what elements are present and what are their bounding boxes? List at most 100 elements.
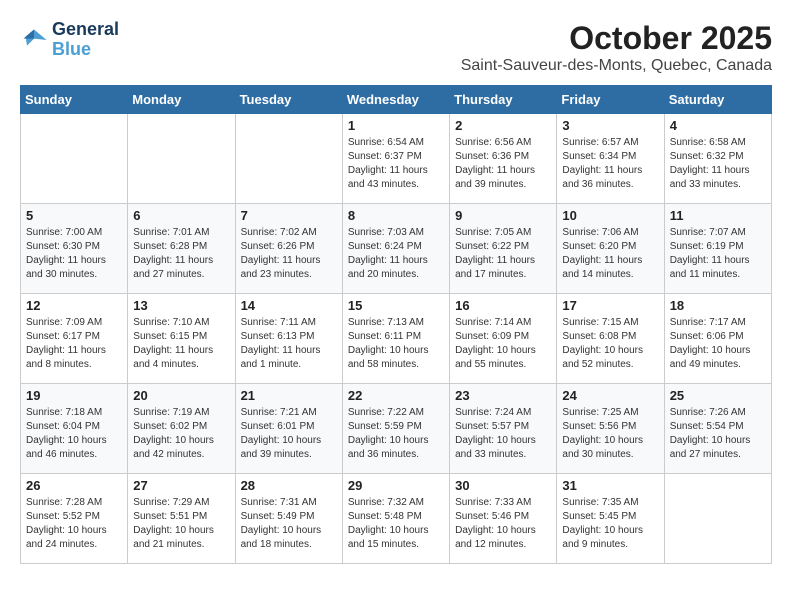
cell-info-text: Sunrise: 7:33 AM Sunset: 5:46 PM Dayligh…	[455, 496, 551, 552]
calendar-cell: 24 Sunrise: 7:25 AM Sunset: 5:56 PM Dayli…	[557, 384, 664, 474]
cell-day-number: 5	[26, 208, 122, 223]
cell-info-text: Sunrise: 7:21 AM Sunset: 6:01 PM Dayligh…	[241, 406, 337, 462]
cell-day-number: 31	[562, 478, 658, 493]
location-title: Saint-Sauveur-des-Monts, Quebec, Canada	[461, 57, 772, 75]
cell-day-number: 18	[670, 298, 766, 313]
cell-day-number: 20	[133, 388, 229, 403]
calendar-cell: 1Sunrise: 6:54 AM Sunset: 6:37 PM Daylig…	[342, 114, 449, 204]
cell-info-text: Sunrise: 7:03 AM Sunset: 6:24 PM Dayligh…	[348, 226, 444, 282]
cell-day-number: 9	[455, 208, 551, 223]
calendar-cell: 27Sunrise: 7:29 AM Sunset: 5:51 PM Dayli…	[128, 474, 235, 564]
cell-day-number: 21	[241, 388, 337, 403]
cell-info-text: Sunrise: 7:11 AM Sunset: 6:13 PM Dayligh…	[241, 316, 337, 372]
cell-day-number: 12	[26, 298, 122, 313]
calendar-week-5: 26Sunrise: 7:28 AM Sunset: 5:52 PM Dayli…	[21, 474, 772, 564]
day-header-friday: Friday	[557, 86, 664, 114]
cell-info-text: Sunrise: 6:58 AM Sunset: 6:32 PM Dayligh…	[670, 136, 766, 192]
cell-day-number: 17	[562, 298, 658, 313]
logo: GeneralBlue	[20, 20, 119, 60]
calendar-cell: 5 Sunrise: 7:00 AM Sunset: 6:30 PM Daylig…	[21, 204, 128, 294]
title-area: October 2025 Saint-Sauveur-des-Monts, Qu…	[461, 20, 772, 75]
cell-day-number: 24	[562, 388, 658, 403]
cell-day-number: 27	[133, 478, 229, 493]
cell-info-text: Sunrise: 7:02 AM Sunset: 6:26 PM Dayligh…	[241, 226, 337, 282]
day-header-sunday: Sunday	[21, 86, 128, 114]
cell-info-text: Sunrise: 7:35 AM Sunset: 5:45 PM Dayligh…	[562, 496, 658, 552]
day-header-thursday: Thursday	[450, 86, 557, 114]
cell-info-text: Sunrise: 7:26 AM Sunset: 5:54 PM Dayligh…	[670, 406, 766, 462]
cell-day-number: 19	[26, 388, 122, 403]
cell-info-text: Sunrise: 7:09 AM Sunset: 6:17 PM Dayligh…	[26, 316, 122, 372]
cell-info-text: Sunrise: 7:10 AM Sunset: 6:15 PM Dayligh…	[133, 316, 229, 372]
calendar-cell: 29 Sunrise: 7:32 AM Sunset: 5:48 PM Dayli…	[342, 474, 449, 564]
calendar-cell: 8 Sunrise: 7:03 AM Sunset: 6:24 PM Daylig…	[342, 204, 449, 294]
cell-day-number: 22	[348, 388, 444, 403]
calendar-week-4: 19Sunrise: 7:18 AM Sunset: 6:04 PM Dayli…	[21, 384, 772, 474]
cell-info-text: Sunrise: 7:32 AM Sunset: 5:48 PM Dayligh…	[348, 496, 444, 552]
calendar-cell: 13 Sunrise: 7:10 AM Sunset: 6:15 PM Dayli…	[128, 294, 235, 384]
month-title: October 2025	[461, 20, 772, 57]
cell-day-number: 15	[348, 298, 444, 313]
calendar-cell: 20 Sunrise: 7:19 AM Sunset: 6:02 PM Dayli…	[128, 384, 235, 474]
calendar-cell	[21, 114, 128, 204]
cell-day-number: 14	[241, 298, 337, 313]
calendar-cell: 11 Sunrise: 7:07 AM Sunset: 6:19 PM Dayli…	[664, 204, 771, 294]
day-header-tuesday: Tuesday	[235, 86, 342, 114]
cell-day-number: 23	[455, 388, 551, 403]
cell-day-number: 29	[348, 478, 444, 493]
calendar-cell: 7 Sunrise: 7:02 AM Sunset: 6:26 PM Daylig…	[235, 204, 342, 294]
calendar-week-1: 1Sunrise: 6:54 AM Sunset: 6:37 PM Daylig…	[21, 114, 772, 204]
cell-day-number: 2	[455, 118, 551, 133]
cell-info-text: Sunrise: 7:15 AM Sunset: 6:08 PM Dayligh…	[562, 316, 658, 372]
cell-day-number: 6	[133, 208, 229, 223]
calendar-body: 1Sunrise: 6:54 AM Sunset: 6:37 PM Daylig…	[21, 114, 772, 564]
cell-info-text: Sunrise: 7:14 AM Sunset: 6:09 PM Dayligh…	[455, 316, 551, 372]
cell-day-number: 30	[455, 478, 551, 493]
calendar-cell: 10 Sunrise: 7:06 AM Sunset: 6:20 PM Dayli…	[557, 204, 664, 294]
calendar-cell: 17 Sunrise: 7:15 AM Sunset: 6:08 PM Dayli…	[557, 294, 664, 384]
calendar-cell: 30 Sunrise: 7:33 AM Sunset: 5:46 PM Dayli…	[450, 474, 557, 564]
calendar-cell: 4 Sunrise: 6:58 AM Sunset: 6:32 PM Daylig…	[664, 114, 771, 204]
cell-day-number: 16	[455, 298, 551, 313]
cell-info-text: Sunrise: 7:19 AM Sunset: 6:02 PM Dayligh…	[133, 406, 229, 462]
cell-info-text: Sunrise: 7:31 AM Sunset: 5:49 PM Dayligh…	[241, 496, 337, 552]
cell-day-number: 10	[562, 208, 658, 223]
calendar-cell: 28 Sunrise: 7:31 AM Sunset: 5:49 PM Dayli…	[235, 474, 342, 564]
cell-day-number: 28	[241, 478, 337, 493]
day-header-monday: Monday	[128, 86, 235, 114]
cell-info-text: Sunrise: 6:57 AM Sunset: 6:34 PM Dayligh…	[562, 136, 658, 192]
calendar-week-2: 5 Sunrise: 7:00 AM Sunset: 6:30 PM Daylig…	[21, 204, 772, 294]
cell-info-text: Sunrise: 7:22 AM Sunset: 5:59 PM Dayligh…	[348, 406, 444, 462]
cell-info-text: Sunrise: 7:13 AM Sunset: 6:11 PM Dayligh…	[348, 316, 444, 372]
cell-day-number: 25	[670, 388, 766, 403]
calendar-cell: 21 Sunrise: 7:21 AM Sunset: 6:01 PM Dayli…	[235, 384, 342, 474]
cell-day-number: 13	[133, 298, 229, 313]
calendar-cell: 2 Sunrise: 6:56 AM Sunset: 6:36 PM Daylig…	[450, 114, 557, 204]
day-header-wednesday: Wednesday	[342, 86, 449, 114]
calendar-cell	[235, 114, 342, 204]
cell-info-text: Sunrise: 6:56 AM Sunset: 6:36 PM Dayligh…	[455, 136, 551, 192]
day-header-saturday: Saturday	[664, 86, 771, 114]
cell-info-text: Sunrise: 7:07 AM Sunset: 6:19 PM Dayligh…	[670, 226, 766, 282]
calendar-cell: 19Sunrise: 7:18 AM Sunset: 6:04 PM Dayli…	[21, 384, 128, 474]
cell-info-text: Sunrise: 7:17 AM Sunset: 6:06 PM Dayligh…	[670, 316, 766, 372]
calendar-cell: 12 Sunrise: 7:09 AM Sunset: 6:17 PM Dayli…	[21, 294, 128, 384]
cell-info-text: Sunrise: 7:01 AM Sunset: 6:28 PM Dayligh…	[133, 226, 229, 282]
cell-info-text: Sunrise: 7:28 AM Sunset: 5:52 PM Dayligh…	[26, 496, 122, 552]
calendar-cell: 3Sunrise: 6:57 AM Sunset: 6:34 PM Daylig…	[557, 114, 664, 204]
logo-bird-icon	[20, 26, 48, 54]
cell-day-number: 11	[670, 208, 766, 223]
calendar-cell: 31 Sunrise: 7:35 AM Sunset: 5:45 PM Dayli…	[557, 474, 664, 564]
cell-info-text: Sunrise: 7:06 AM Sunset: 6:20 PM Dayligh…	[562, 226, 658, 282]
page-header: GeneralBlue October 2025 Saint-Sauveur-d…	[20, 20, 772, 75]
calendar-cell	[664, 474, 771, 564]
calendar-cell: 26Sunrise: 7:28 AM Sunset: 5:52 PM Dayli…	[21, 474, 128, 564]
cell-info-text: Sunrise: 7:25 AM Sunset: 5:56 PM Dayligh…	[562, 406, 658, 462]
cell-day-number: 4	[670, 118, 766, 133]
cell-day-number: 7	[241, 208, 337, 223]
cell-info-text: Sunrise: 7:00 AM Sunset: 6:30 PM Dayligh…	[26, 226, 122, 282]
calendar-cell: 18 Sunrise: 7:17 AM Sunset: 6:06 PM Dayli…	[664, 294, 771, 384]
calendar-header: SundayMondayTuesdayWednesdayThursdayFrid…	[21, 86, 772, 114]
cell-info-text: Sunrise: 7:24 AM Sunset: 5:57 PM Dayligh…	[455, 406, 551, 462]
cell-day-number: 8	[348, 208, 444, 223]
